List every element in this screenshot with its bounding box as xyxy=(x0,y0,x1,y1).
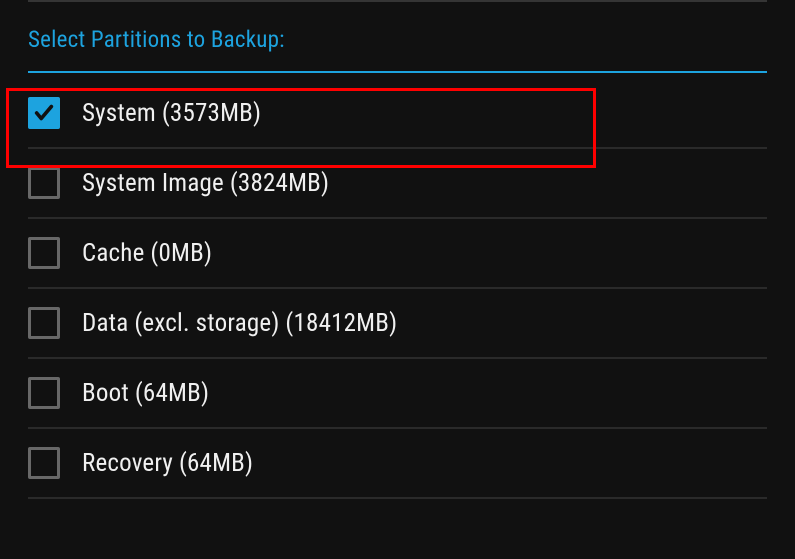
partition-item[interactable]: Data (excl. storage) (18412MB) xyxy=(28,289,767,359)
check-icon xyxy=(33,102,55,124)
partition-label: System Image (3824MB) xyxy=(82,169,329,198)
checkbox[interactable] xyxy=(28,377,60,409)
checkbox[interactable] xyxy=(28,307,60,339)
partition-item[interactable]: System (3573MB) xyxy=(28,79,767,149)
top-divider xyxy=(28,0,767,2)
partition-item[interactable]: Cache (0MB) xyxy=(28,219,767,289)
section-title: Select Partitions to Backup: xyxy=(28,26,767,53)
checkbox[interactable] xyxy=(28,447,60,479)
partition-label: Data (excl. storage) (18412MB) xyxy=(82,309,397,338)
checkbox[interactable] xyxy=(28,167,60,199)
partition-label: Cache (0MB) xyxy=(82,239,212,268)
partition-item[interactable]: Recovery (64MB) xyxy=(28,429,767,499)
title-underline xyxy=(28,71,767,73)
partition-label: Boot (64MB) xyxy=(82,379,209,408)
partition-item[interactable]: System Image (3824MB) xyxy=(28,149,767,219)
partition-label: System (3573MB) xyxy=(82,99,261,128)
checkbox[interactable] xyxy=(28,237,60,269)
partition-list: System (3573MB) System Image (3824MB) Cach… xyxy=(28,79,767,499)
partition-label: Recovery (64MB) xyxy=(82,449,253,478)
partition-item[interactable]: Boot (64MB) xyxy=(28,359,767,429)
checkbox[interactable] xyxy=(28,97,60,129)
partition-backup-panel: Select Partitions to Backup: System (357… xyxy=(0,0,795,499)
